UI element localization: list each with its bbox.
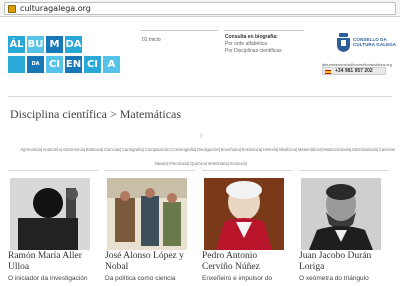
card-divider [105,170,195,171]
logo-tile: BU [27,36,44,53]
nav-alphabetical-link[interactable]: Por orde alfabética [225,41,267,47]
logo-tile: DA [27,56,44,73]
nav-disciplines-link[interactable]: Por Disciplinas científicas [225,48,282,54]
portrait-photo[interactable] [107,178,187,250]
card-name[interactable]: Ramón María Aller Ulloa [8,251,103,273]
url-field[interactable]: culturagalega.org [4,2,396,15]
biography-card[interactable]: Ramón María Aller Ulloa O iniciador da i… [8,170,98,286]
logo-tile: CI [84,56,101,73]
category-link[interactable]: Cosmografía| [171,147,196,152]
card-description: O xeómetra do triángulo [299,275,369,282]
card-name-line2: Cerviño Núñez [202,262,260,272]
category-link[interactable]: Medicina| [279,147,297,152]
card-divider [202,170,292,171]
category-link[interactable]: Computación| [145,147,171,152]
logo-tile: DA [65,36,82,53]
biography-card[interactable]: José Alonso López y Nobal Da política co… [105,170,195,286]
logo-tile: EN [65,56,82,73]
card-name-line2: Loriga [299,262,325,272]
card-name-line1: José Alonso López y [105,251,184,261]
category-link[interactable]: Xeoloxía| [230,161,247,166]
address-bar: culturagalega.org [0,0,400,17]
spain-flag-icon [325,69,331,74]
portrait-photo[interactable] [301,178,381,250]
portrait-photo[interactable] [204,178,284,250]
category-link[interactable]: Botánica| [86,147,103,152]
url-text: culturagalega.org [20,4,91,13]
card-description: O iniciador da investigación [8,275,88,282]
consello-logo[interactable]: CONSELLO DA CULTURA GALEGA [353,37,396,47]
phone-number: +34 981 957 202 [335,68,373,74]
card-divider [299,170,389,171]
category-link[interactable]: Divulgación| [197,147,220,152]
category-link[interactable]: Mastozooloxía| [323,147,351,152]
category-link[interactable]: Química| [190,161,207,166]
portrait-photo[interactable] [10,178,90,250]
logo-tile: CI [46,56,63,73]
logo-tile: ÁL [8,36,25,53]
card-name[interactable]: José Alonso López y Nobal [105,251,200,273]
biography-card[interactable]: Juan Jacobo Durán Loriga O xeómetra do t… [299,170,389,286]
site-favicon-icon [8,5,16,13]
card-description: Enxeñeiro e impulsor do [202,275,273,282]
card-name[interactable]: Juan Jacobo Durán Loriga [299,251,394,273]
category-link[interactable]: Cartografía| [122,147,144,152]
consult-heading: Consulta en biografía: [225,34,278,40]
category-link[interactable]: Enxeñaría| [221,147,241,152]
nav-divider [140,30,218,31]
section-divider [8,96,392,97]
logo-tile [8,56,25,73]
category-link[interactable]: Anatomía| [43,147,62,152]
card-divider [8,170,98,171]
consello-line2: CULTURA GALEGA [353,42,397,47]
card-name[interactable]: Pedro Antonio Cerviño Núñez [202,251,297,273]
album-da-ciencia-logo[interactable]: ÁL BU M DA CI EN CI A DA [8,36,126,82]
category-link[interactable]: Agronomía| [20,147,42,152]
category-list: | Agronomía|Anatomía|Astronomía|Botánica… [20,133,395,166]
biography-card[interactable]: Pedro Antonio Cerviño Núñez Enxeñeiro e … [202,170,292,286]
card-name-line1: Ramón María Aller [8,251,82,261]
consello-seal-icon [337,33,350,52]
logo-tile: M [46,36,63,53]
category-link[interactable]: Historia| [263,147,278,152]
category-link[interactable]: Psicoloxía| [169,161,189,166]
category-link[interactable]: Ciencias| [104,147,121,152]
category-link[interactable]: Astronomía| [63,147,86,152]
category-link[interactable]: Matemáticas| [298,147,323,152]
contact-phone: +34 981 957 202 [322,67,386,75]
card-description: Da política como ciencia [105,275,176,282]
logo-tile: A [103,56,120,73]
nav-inicio-link[interactable]: 01 Inicio [142,37,161,43]
category-link[interactable]: Veterinaria| [208,161,229,166]
page-title: Disciplina científica > Matemáticas [10,107,182,121]
category-link[interactable]: Microbioloxía| [352,147,378,152]
card-name-line1: Juan Jacobo Durán [299,251,372,261]
card-name-line1: Pedro Antonio [202,251,258,261]
category-link[interactable]: Ensinanza| [242,147,263,152]
card-name-line2: Nobal [105,262,129,272]
nav-divider [224,30,304,31]
card-name-line2: Ulloa [8,262,30,272]
